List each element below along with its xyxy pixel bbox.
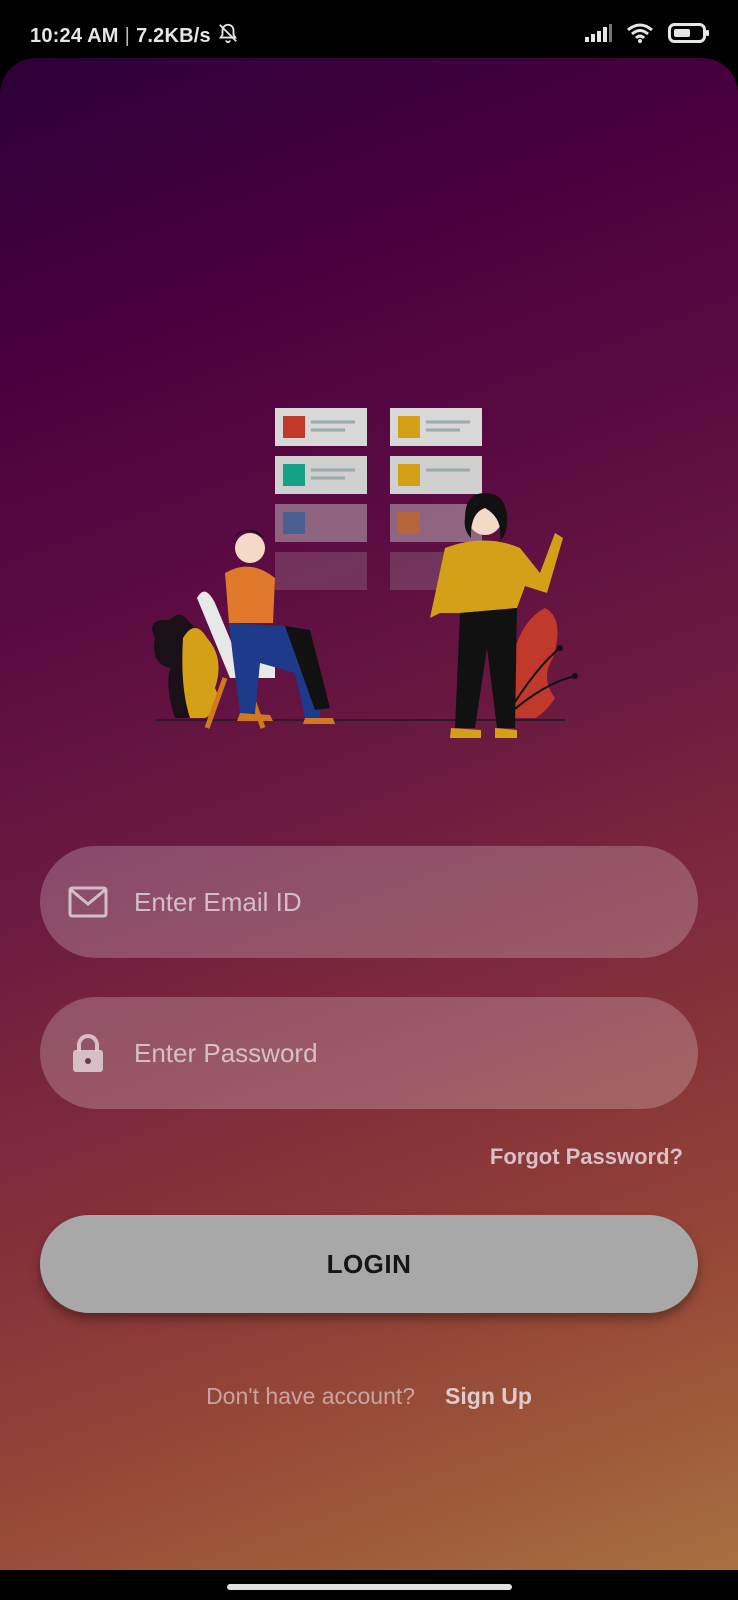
password-field[interactable]: Enter Password [40,997,698,1109]
status-time: 10:24 AM [30,24,119,47]
status-left: 10:24 AM | 7.2KB/s [30,22,239,50]
login-button[interactable]: LOGIN [40,1215,698,1313]
status-right [584,22,710,49]
network-speed: 7.2KB/s [136,24,211,47]
lock-icon [66,1031,110,1075]
email-placeholder: Enter Email ID [134,886,302,917]
mail-icon [66,880,110,924]
signup-prompt: Don't have account? [206,1383,416,1409]
forgot-password-link[interactable]: Forgot Password? [490,1144,683,1170]
email-field[interactable]: Enter Email ID [40,846,698,958]
signup-link[interactable]: Sign Up [445,1383,532,1410]
app-surface: Enter Email ID Enter Password Forgot Pas… [0,58,738,1570]
status-bar: 10:24 AM | 7.2KB/s [0,0,738,58]
battery-icon [668,22,710,49]
status-separator: | [124,24,131,47]
wifi-icon [626,22,654,49]
two-people-with-cards-illustration [145,408,595,758]
password-placeholder: Enter Password [134,1037,318,1068]
signal-icon [584,23,612,48]
home-indicator[interactable] [227,1584,512,1590]
login-screen: 10:24 AM | 7.2KB/s Enter Email ID Enter … [0,0,738,1600]
bell-off-icon [217,22,239,50]
signup-row: Don't have account? Sign Up [0,1383,738,1410]
